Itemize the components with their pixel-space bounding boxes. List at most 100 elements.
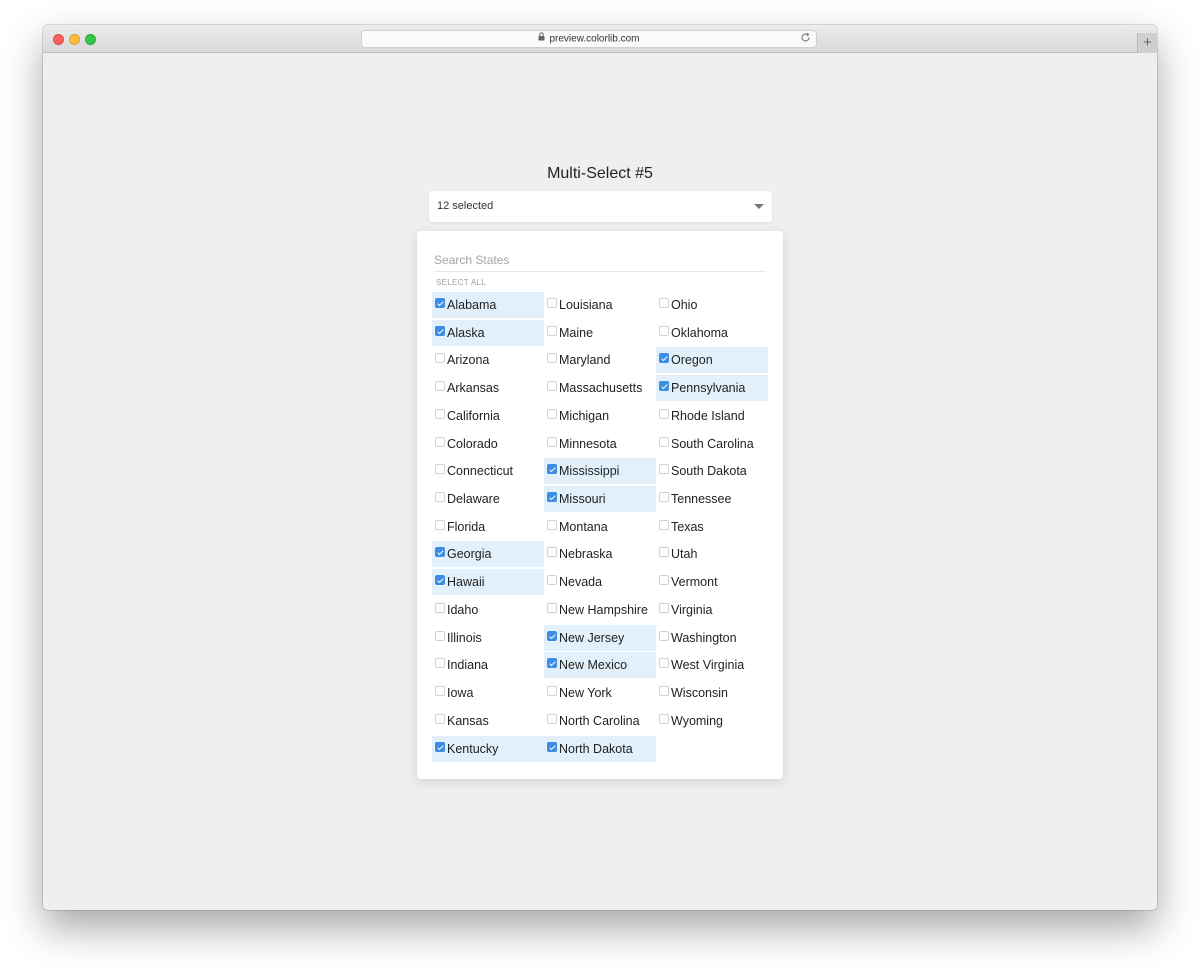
checkbox-icon[interactable] [435, 408, 445, 419]
checkbox-icon[interactable] [435, 686, 445, 697]
multi-select-toggle[interactable]: 12 selected [429, 191, 772, 222]
state-option[interactable]: Idaho [432, 597, 544, 623]
state-option[interactable]: Delaware [432, 486, 544, 512]
state-option[interactable]: Wyoming [656, 708, 768, 734]
checkbox-icon[interactable] [659, 602, 669, 613]
state-option[interactable]: Mississippi [544, 458, 656, 485]
checkbox-icon[interactable] [547, 575, 557, 586]
state-option[interactable]: Alabama [432, 292, 544, 318]
state-option[interactable]: New York [544, 680, 656, 706]
checkbox-icon[interactable] [547, 381, 557, 392]
state-option[interactable]: Colorado [432, 431, 544, 457]
address-bar[interactable]: preview.colorlib.com [361, 30, 817, 48]
state-option[interactable]: Michigan [544, 403, 656, 429]
checkbox-icon[interactable] [659, 713, 669, 724]
state-option[interactable]: Hawaii [432, 569, 544, 596]
checkbox-checked-icon[interactable] [547, 630, 557, 641]
checkbox-checked-icon[interactable] [435, 547, 445, 558]
checkbox-icon[interactable] [435, 602, 445, 613]
select-all-link[interactable]: SELECT ALL [436, 278, 486, 287]
state-option[interactable]: Arkansas [432, 375, 544, 401]
state-option[interactable]: Ohio [656, 292, 768, 318]
state-option[interactable]: Alaska [432, 319, 544, 346]
state-option[interactable]: Nebraska [544, 541, 656, 567]
checkbox-icon[interactable] [659, 547, 669, 558]
checkbox-icon[interactable] [547, 408, 557, 419]
reload-icon[interactable] [800, 32, 811, 49]
checkbox-icon[interactable] [435, 436, 445, 447]
state-option[interactable]: Maryland [544, 347, 656, 373]
state-option[interactable]: Montana [544, 514, 656, 540]
state-option[interactable]: Pennsylvania [656, 375, 768, 402]
state-option[interactable]: Illinois [432, 625, 544, 651]
state-option[interactable]: South Dakota [656, 458, 768, 484]
state-option[interactable]: Georgia [432, 541, 544, 568]
checkbox-icon[interactable] [435, 464, 445, 475]
checkbox-icon[interactable] [547, 353, 557, 364]
checkbox-checked-icon[interactable] [547, 741, 557, 752]
checkbox-icon[interactable] [435, 353, 445, 364]
checkbox-icon[interactable] [547, 602, 557, 613]
state-option[interactable]: Tennessee [656, 486, 768, 512]
close-window-button[interactable] [53, 34, 64, 45]
checkbox-checked-icon[interactable] [435, 298, 445, 308]
checkbox-icon[interactable] [547, 713, 557, 724]
state-option[interactable]: Kansas [432, 708, 544, 734]
state-option[interactable]: California [432, 403, 544, 429]
checkbox-checked-icon[interactable] [435, 575, 445, 586]
checkbox-icon[interactable] [547, 547, 557, 558]
minimize-window-button[interactable] [69, 34, 80, 45]
state-option[interactable]: Washington [656, 625, 768, 651]
state-option[interactable]: Arizona [432, 347, 544, 373]
checkbox-icon[interactable] [659, 408, 669, 419]
checkbox-checked-icon[interactable] [659, 353, 669, 364]
state-option[interactable]: Wisconsin [656, 680, 768, 706]
checkbox-icon[interactable] [547, 519, 557, 530]
checkbox-icon[interactable] [659, 298, 669, 308]
state-option[interactable]: Utah [656, 541, 768, 567]
state-option[interactable]: Louisiana [544, 292, 656, 318]
checkbox-icon[interactable] [659, 464, 669, 475]
new-tab-button[interactable]: + [1137, 33, 1157, 53]
state-option[interactable]: North Carolina [544, 708, 656, 734]
state-option[interactable]: Kentucky [432, 735, 544, 762]
state-option[interactable]: Florida [432, 514, 544, 540]
checkbox-icon[interactable] [435, 658, 445, 669]
checkbox-icon[interactable] [547, 298, 557, 308]
checkbox-icon[interactable] [547, 686, 557, 697]
checkbox-icon[interactable] [659, 436, 669, 447]
state-option[interactable]: New Hampshire [544, 597, 656, 623]
checkbox-icon[interactable] [435, 630, 445, 641]
state-option[interactable]: Virginia [656, 597, 768, 623]
checkbox-icon[interactable] [435, 713, 445, 724]
state-option[interactable]: Maine [544, 320, 656, 346]
checkbox-checked-icon[interactable] [659, 381, 669, 392]
state-option[interactable]: Minnesota [544, 431, 656, 457]
state-option[interactable]: Rhode Island [656, 403, 768, 429]
checkbox-icon[interactable] [547, 436, 557, 447]
state-option[interactable]: West Virginia [656, 652, 768, 678]
checkbox-icon[interactable] [659, 325, 669, 336]
checkbox-checked-icon[interactable] [547, 464, 557, 475]
checkbox-checked-icon[interactable] [547, 492, 557, 503]
state-option[interactable]: Missouri [544, 486, 656, 513]
checkbox-checked-icon[interactable] [435, 325, 445, 336]
state-option[interactable]: New Mexico [544, 652, 656, 679]
checkbox-checked-icon[interactable] [435, 741, 445, 752]
state-option[interactable]: Texas [656, 514, 768, 540]
state-option[interactable]: Indiana [432, 652, 544, 678]
checkbox-icon[interactable] [659, 630, 669, 641]
checkbox-icon[interactable] [435, 519, 445, 530]
state-option[interactable]: Iowa [432, 680, 544, 706]
state-option[interactable]: Vermont [656, 569, 768, 595]
state-option[interactable]: New Jersey [544, 624, 656, 651]
state-option[interactable]: Nevada [544, 569, 656, 595]
checkbox-icon[interactable] [659, 575, 669, 586]
checkbox-icon[interactable] [435, 381, 445, 392]
maximize-window-button[interactable] [85, 34, 96, 45]
search-states-input[interactable] [434, 249, 766, 272]
checkbox-icon[interactable] [659, 686, 669, 697]
checkbox-icon[interactable] [659, 519, 669, 530]
checkbox-checked-icon[interactable] [547, 658, 557, 669]
state-option[interactable]: Connecticut [432, 458, 544, 484]
